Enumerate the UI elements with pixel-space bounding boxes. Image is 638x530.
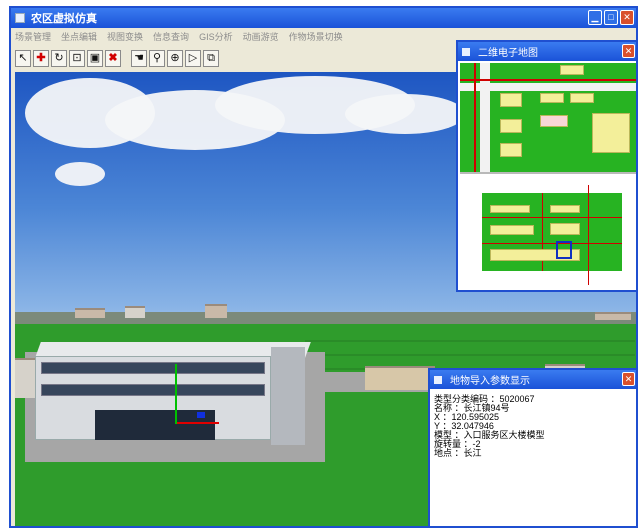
menu-scene-management[interactable]: 场景管理 <box>15 30 51 43</box>
play-forward-icon[interactable]: ▷ <box>185 49 201 67</box>
map-parcel <box>500 143 522 157</box>
building-side <box>271 347 305 445</box>
small-building <box>15 358 35 398</box>
info-line-location: 地点 ：长江 <box>434 448 482 458</box>
hand-pan-icon[interactable]: ☚ <box>131 49 147 67</box>
scale-icon[interactable]: ⊡ <box>69 49 85 67</box>
menu-view-transform[interactable]: 视图变换 <box>107 30 143 43</box>
window-title: 农区虚拟仿真 <box>31 13 97 25</box>
distant-building <box>595 312 631 320</box>
panel-icon <box>462 47 470 56</box>
map-parcel <box>500 93 522 107</box>
overview-road <box>588 185 589 285</box>
map-overview[interactable] <box>460 177 636 290</box>
overview-parcel <box>550 205 580 213</box>
cloud <box>345 94 465 134</box>
distant-building <box>75 308 105 318</box>
maximize-button[interactable]: □ <box>604 10 618 25</box>
small-building <box>365 366 435 390</box>
map-parcel <box>592 113 630 153</box>
info-panel: 地物导入参数显示 ✕ 类型分类编码 ：5020067 名称 ：长江镇94号 X … <box>428 368 638 528</box>
x-axis-gizmo[interactable] <box>177 422 219 424</box>
delete-x-icon[interactable]: ✖ <box>105 49 121 67</box>
info-panel-titlebar[interactable]: 地物导入参数显示 ✕ <box>430 370 636 389</box>
menu-info-query[interactable]: 信息查询 <box>153 30 189 43</box>
map-parcel <box>540 115 568 127</box>
menu-crop-scene-switch[interactable]: 作物场景切换 <box>289 30 343 43</box>
z-axis-gizmo[interactable] <box>197 412 205 418</box>
window-controls: ▁ □ ✕ <box>588 10 634 25</box>
info-panel-close-button[interactable]: ✕ <box>622 372 635 386</box>
map-panel-title: 二维电子地图 <box>478 48 538 59</box>
window-band <box>41 362 265 374</box>
window-band <box>41 384 265 396</box>
field-row <box>305 340 635 342</box>
map-boundary-line <box>460 79 636 81</box>
fit-extent-icon[interactable]: ⧉ <box>203 49 219 67</box>
minimize-button[interactable]: ▁ <box>588 10 602 25</box>
map-panel-close-button[interactable]: ✕ <box>622 44 635 58</box>
field-row <box>315 354 635 356</box>
app-icon <box>15 13 25 23</box>
info-panel-title: 地物导入参数显示 <box>450 376 530 387</box>
overview-parcel <box>550 223 580 235</box>
overview-parcel <box>490 205 530 213</box>
info-text-area[interactable]: 类型分类编码 ：5020067 名称 ：长江镇94号 X ：120.595025… <box>432 392 634 524</box>
y-axis-gizmo[interactable] <box>175 364 177 424</box>
menu-point-edit[interactable]: 坐点编辑 <box>61 30 97 43</box>
2d-map-panel: 二维电子地图 ✕ <box>456 40 638 292</box>
close-button[interactable]: ✕ <box>620 10 634 25</box>
map-parcel <box>570 93 594 103</box>
viewport-indicator[interactable] <box>556 241 572 259</box>
overview-parcel <box>490 225 534 235</box>
distant-building <box>125 306 145 318</box>
title-bar[interactable]: 农区虚拟仿真 ▁ □ ✕ <box>11 8 636 28</box>
distant-building <box>205 304 227 318</box>
map-parcel <box>540 93 564 103</box>
rotate-icon[interactable]: ↻ <box>51 49 67 67</box>
cloud <box>55 162 105 186</box>
map-parcel <box>560 65 584 75</box>
walk-icon[interactable]: ⚲ <box>149 49 165 67</box>
overview-road <box>482 243 622 244</box>
map-detail-view[interactable] <box>460 63 636 174</box>
menu-gis-analysis[interactable]: GIS分析 <box>199 30 233 43</box>
arrow-cursor-icon[interactable]: ↖ <box>15 49 31 67</box>
panel-icon <box>434 375 442 384</box>
move-cross-icon[interactable]: ✚ <box>33 49 49 67</box>
select-box-icon[interactable]: ▣ <box>87 49 103 67</box>
map-parcel <box>500 119 522 133</box>
overview-road <box>482 217 622 218</box>
menu-animation-tour[interactable]: 动画游览 <box>243 30 279 43</box>
zoom-icon[interactable]: ⊕ <box>167 49 183 67</box>
map-panel-titlebar[interactable]: 二维电子地图 ✕ <box>458 42 636 61</box>
